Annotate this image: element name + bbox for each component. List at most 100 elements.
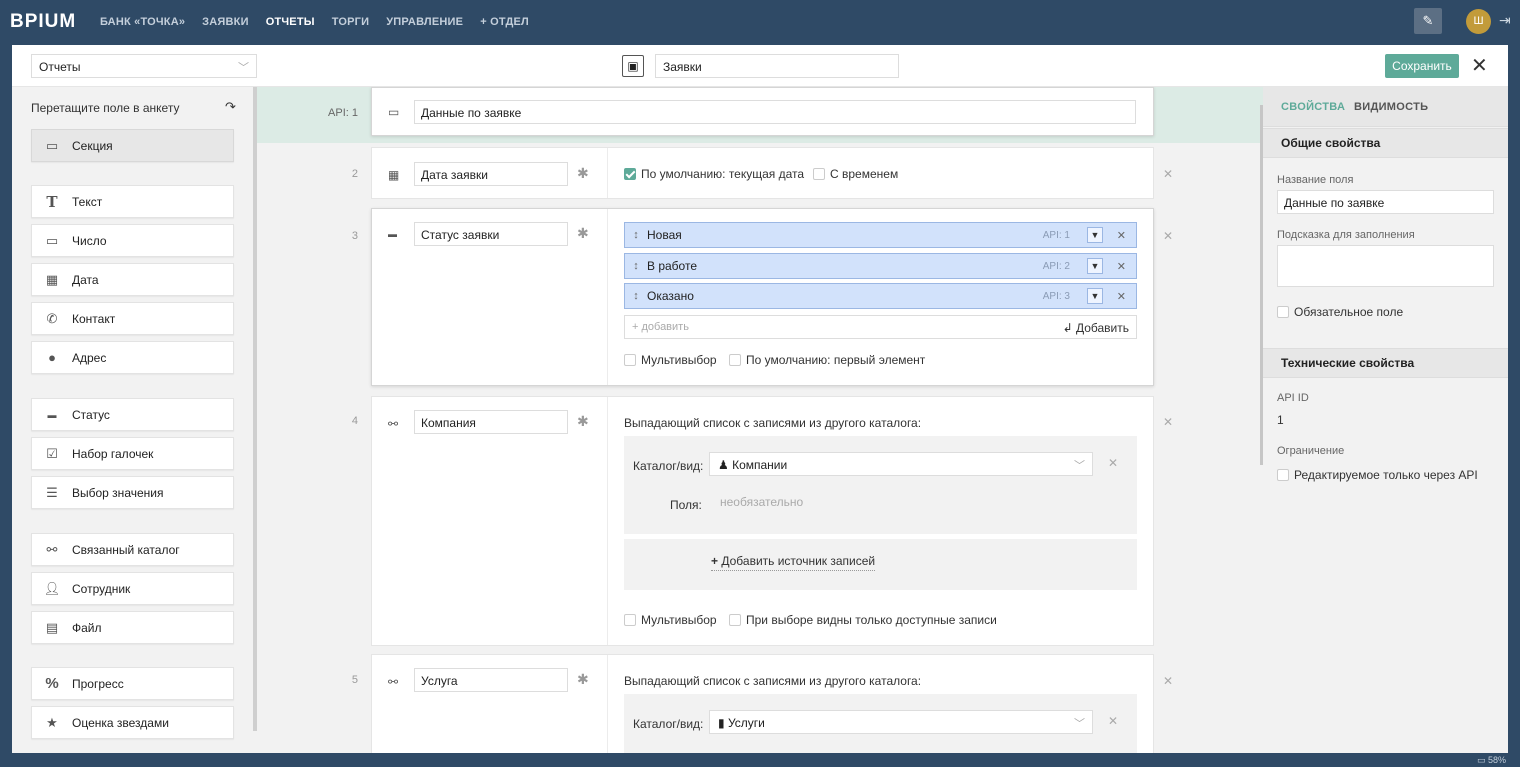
drag-handle-icon[interactable]: ↕ bbox=[625, 260, 647, 272]
default-current-date-checkbox[interactable]: По умолчанию: текущая дата bbox=[624, 167, 804, 181]
percent-icon: % bbox=[45, 675, 59, 692]
palette-item-file[interactable]: ▤ Файл bbox=[31, 611, 234, 644]
linked-source-box: Каталог/вид: ♟ Компании ﹀ ✕ Поля: необяз… bbox=[624, 436, 1137, 534]
remove-source-icon[interactable]: ✕ bbox=[1108, 714, 1118, 728]
curved-arrow-icon: ↷ bbox=[225, 99, 236, 114]
section-icon: ▭ bbox=[388, 105, 400, 119]
remove-field-icon[interactable]: ✕ bbox=[1163, 167, 1173, 181]
nav-item-requests[interactable]: ЗАЯВКИ bbox=[202, 16, 249, 28]
palette-item-progress[interactable]: % Прогресс bbox=[31, 667, 234, 700]
remove-option-icon[interactable]: ✕ bbox=[1117, 290, 1126, 303]
add-option-input[interactable]: + добавить ↲ Добавить bbox=[624, 315, 1137, 339]
catalog-name-input[interactable]: Заявки bbox=[655, 54, 899, 78]
palette-item-rating[interactable]: ★ Оценка звездами bbox=[31, 706, 234, 739]
palette-item-text[interactable]: T Текст bbox=[31, 185, 234, 218]
section-name-input[interactable]: Данные по заявке bbox=[414, 100, 1136, 124]
nav-item-auctions[interactable]: ТОРГИ bbox=[332, 16, 369, 28]
color-dropdown-button[interactable]: ▼ bbox=[1087, 227, 1103, 243]
palette-item-address[interactable]: ● Адрес bbox=[31, 341, 234, 374]
tab-properties[interactable]: СВОЙСТВА bbox=[1281, 101, 1345, 113]
palette-item-checkboxes[interactable]: ☑ Набор галочек bbox=[31, 437, 234, 470]
multi-select-checkbox[interactable]: Мультивыбор bbox=[624, 613, 717, 627]
palette-item-status[interactable]: ▬ Статус bbox=[31, 398, 234, 431]
palette-item-select[interactable]: ☰ Выбор значения bbox=[31, 476, 234, 509]
required-field-checkbox[interactable]: Обязательное поле bbox=[1277, 305, 1403, 319]
phone-icon: ✆ bbox=[46, 310, 58, 326]
save-button[interactable]: Сохранить bbox=[1385, 54, 1459, 78]
catalog-select[interactable]: ▮ Услуги ﹀ bbox=[709, 710, 1093, 734]
drag-handle-icon[interactable]: ↕ bbox=[625, 290, 647, 302]
remove-field-icon[interactable]: ✕ bbox=[1163, 415, 1173, 429]
checkbox-icon: ☑ bbox=[46, 445, 58, 461]
remove-option-icon[interactable]: ✕ bbox=[1117, 229, 1126, 242]
tab-visibility[interactable]: ВИДИМОСТЬ bbox=[1354, 101, 1428, 113]
logout-icon[interactable]: ⇥ bbox=[1499, 12, 1511, 29]
drag-handle-icon[interactable]: ↕ bbox=[625, 229, 647, 241]
palette-title: Перетащите поле в анкету bbox=[31, 101, 180, 115]
required-asterisk-icon[interactable]: ✱ bbox=[577, 413, 589, 430]
palette-item-linked-catalog[interactable]: ⚯ Связанный каталог bbox=[31, 533, 234, 566]
section-card[interactable]: ▭ Данные по заявке bbox=[371, 87, 1154, 136]
catalog-select[interactable]: ♟ Компании ﹀ bbox=[709, 452, 1093, 476]
field-card-service[interactable]: ⚯ Услуга ✱ Выпадающий список с записями … bbox=[371, 654, 1154, 753]
field-name-input[interactable]: Статус заявки bbox=[414, 222, 568, 246]
close-icon[interactable]: ✕ bbox=[1471, 54, 1488, 78]
section-select[interactable]: Отчеты ﹀ bbox=[31, 54, 257, 78]
palette-item-section[interactable]: ▭ Секция bbox=[31, 129, 234, 162]
field-card-date[interactable]: ▦ Дата заявки ✱ По умолчанию: текущая да… bbox=[371, 147, 1154, 199]
status-option[interactable]: ↕ Оказано API: 3 ▼ ✕ bbox=[624, 283, 1137, 309]
nav-item-reports[interactable]: ОТЧЕТЫ bbox=[266, 16, 315, 28]
status-icon: ▬ bbox=[47, 409, 57, 420]
app-logo[interactable]: BPIUM bbox=[10, 11, 100, 33]
chevron-down-icon: ﹀ bbox=[1074, 718, 1085, 730]
link-icon: ⚯ bbox=[46, 541, 58, 557]
color-dropdown-button[interactable]: ▼ bbox=[1087, 288, 1103, 304]
palette-item-date[interactable]: ▦ Дата bbox=[31, 263, 234, 296]
section-api-label: API: 1 bbox=[328, 107, 358, 119]
field-name-input[interactable]: Дата заявки bbox=[414, 162, 568, 186]
palette-item-contact[interactable]: ✆ Контакт bbox=[31, 302, 234, 335]
field-name-property-input[interactable]: Данные по заявке bbox=[1277, 190, 1494, 214]
chevron-down-icon: ﹀ bbox=[1074, 460, 1085, 472]
link-icon: ⚯ bbox=[388, 675, 399, 689]
api-only-checkbox[interactable]: Редактируемое только через API bbox=[1277, 468, 1478, 482]
hint-textarea[interactable] bbox=[1277, 245, 1494, 287]
nav-item-add-department[interactable]: + ОТДЕЛ bbox=[480, 16, 529, 28]
avatar[interactable]: Ш bbox=[1466, 9, 1491, 34]
remove-source-icon[interactable]: ✕ bbox=[1108, 456, 1118, 470]
field-name-input[interactable]: Услуга bbox=[414, 668, 568, 692]
field-name-input[interactable]: Компания bbox=[414, 410, 568, 434]
add-source-button[interactable]: + Добавить источник записей bbox=[711, 554, 876, 571]
field-card-status[interactable]: ▬ Статус заявки ✱ ↕ Новая API: 1 ▼ ✕ ↕ В… bbox=[371, 208, 1154, 386]
field-card-company[interactable]: ⚯ Компания ✱ Выпадающий список с записям… bbox=[371, 396, 1154, 646]
add-source-box: + Добавить источник записей bbox=[624, 539, 1137, 590]
field-number: 5 bbox=[351, 674, 358, 686]
status-option[interactable]: ↕ В работе API: 2 ▼ ✕ bbox=[624, 253, 1137, 279]
palette-item-employee[interactable]: 👤︎ Сотрудник bbox=[31, 572, 234, 605]
status-option[interactable]: ↕ Новая API: 1 ▼ ✕ bbox=[624, 222, 1137, 248]
catalog-editor: Отчеты ﹀ ▣ Заявки Сохранить ✕ Перетащите… bbox=[12, 45, 1508, 753]
fields-input[interactable]: необязательно bbox=[720, 495, 803, 509]
add-option-button[interactable]: ↲ Добавить bbox=[1063, 321, 1129, 335]
color-dropdown-button[interactable]: ▼ bbox=[1087, 258, 1103, 274]
calendar-icon: ▦ bbox=[388, 168, 400, 182]
remove-field-icon[interactable]: ✕ bbox=[1163, 229, 1173, 243]
brush-icon[interactable]: ✎ bbox=[1414, 8, 1442, 34]
form-canvas: API: 1 ▭ Данные по заявке 2 ▦ Дата заявк… bbox=[257, 87, 1263, 753]
multi-select-checkbox[interactable]: Мультивыбор bbox=[624, 353, 717, 367]
remove-field-icon[interactable]: ✕ bbox=[1163, 674, 1173, 688]
with-time-checkbox[interactable]: С временем bbox=[813, 167, 898, 181]
only-available-checkbox[interactable]: При выборе видны только доступные записи bbox=[729, 613, 997, 627]
palette-item-number[interactable]: ▭ Число bbox=[31, 224, 234, 257]
main-nav: БАНК «ТОЧКА» ЗАЯВКИ ОТЧЕТЫ ТОРГИ УПРАВЛЕ… bbox=[100, 16, 546, 28]
nav-item-bank[interactable]: БАНК «ТОЧКА» bbox=[100, 16, 185, 28]
nav-item-management[interactable]: УПРАВЛЕНИЕ bbox=[386, 16, 463, 28]
catalog-label: Каталог/вид: bbox=[633, 459, 704, 473]
catalog-icon-picker[interactable]: ▣ bbox=[622, 55, 644, 77]
user-icon: 👤︎ bbox=[43, 580, 61, 596]
required-asterisk-icon[interactable]: ✱ bbox=[577, 225, 589, 242]
required-asterisk-icon[interactable]: ✱ bbox=[577, 165, 589, 182]
remove-option-icon[interactable]: ✕ bbox=[1117, 260, 1126, 273]
default-first-checkbox[interactable]: По умолчанию: первый элемент bbox=[729, 353, 925, 367]
required-asterisk-icon[interactable]: ✱ bbox=[577, 671, 589, 688]
